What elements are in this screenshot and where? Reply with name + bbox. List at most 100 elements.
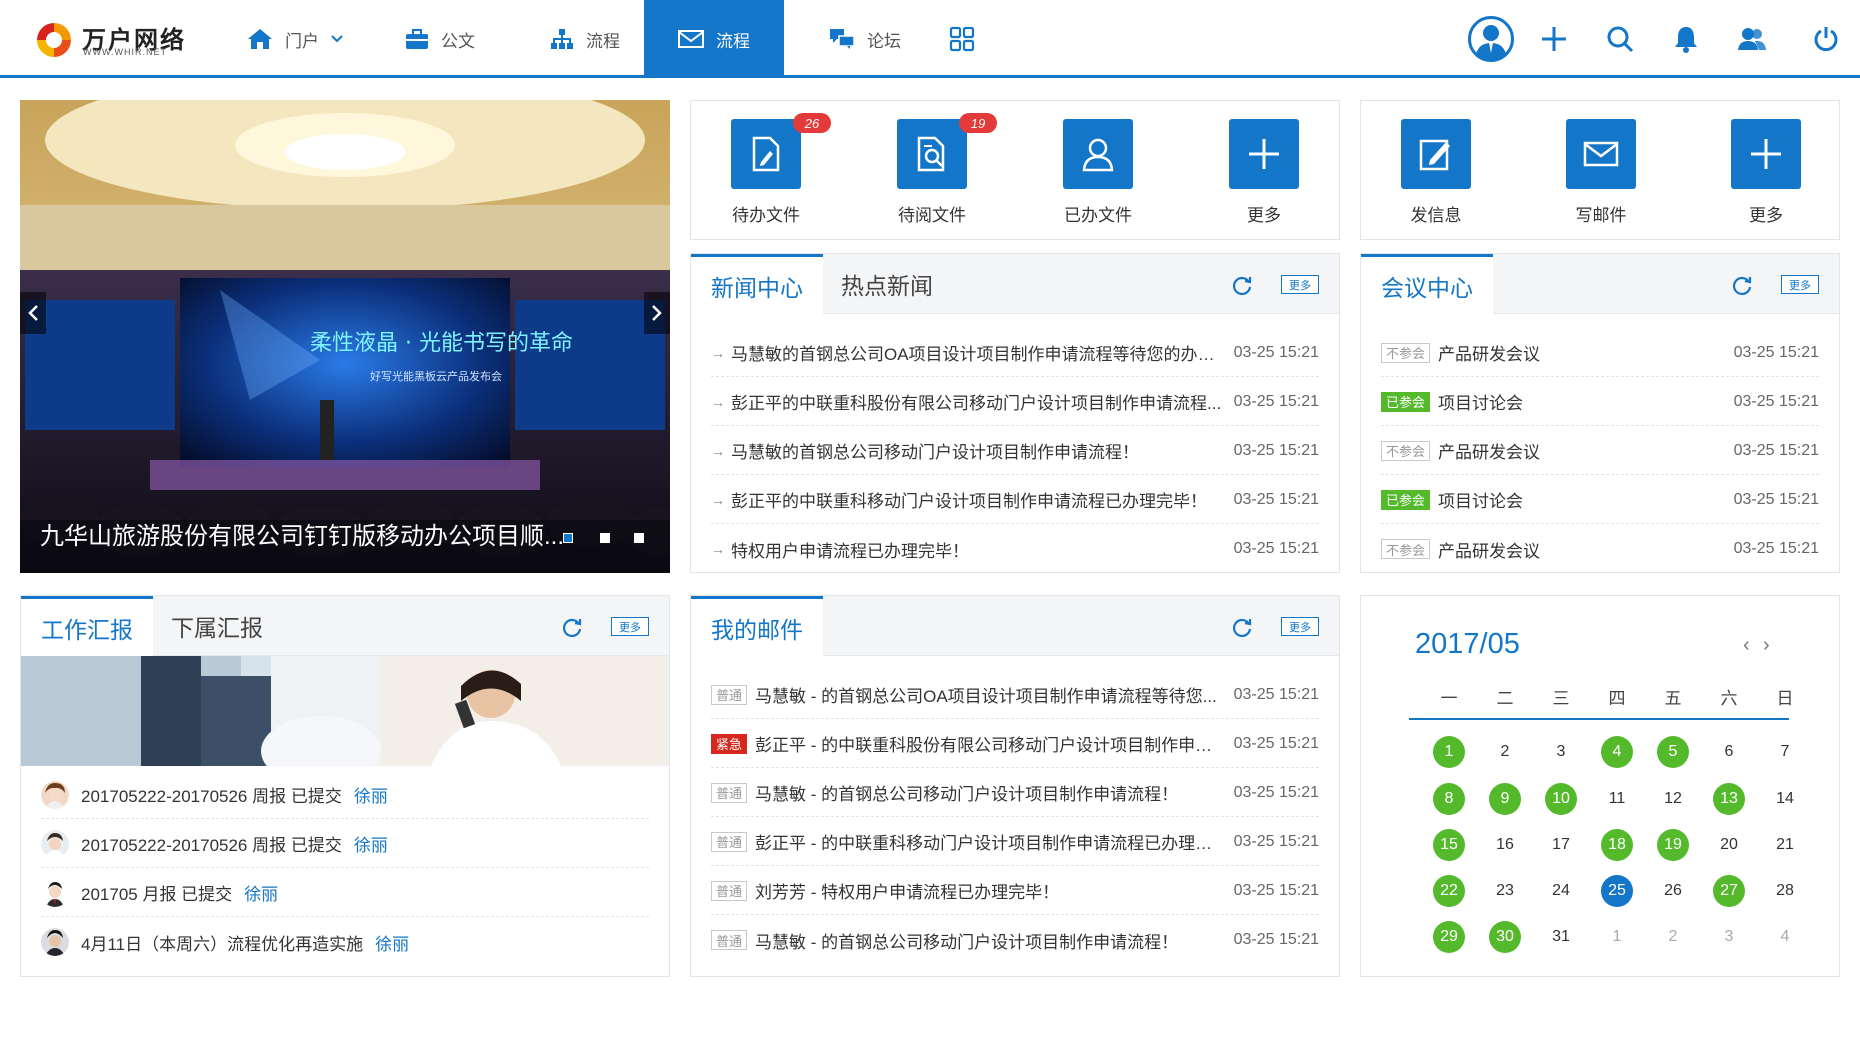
- contacts-button[interactable]: [1732, 19, 1772, 59]
- calendar-day[interactable]: 3: [1545, 736, 1577, 768]
- calendar-day[interactable]: 22: [1433, 875, 1465, 907]
- work-more-button[interactable]: 更多: [611, 617, 649, 636]
- mail-more-button[interactable]: 更多: [1281, 617, 1319, 636]
- calendar-day[interactable]: 15: [1433, 829, 1465, 861]
- list-item[interactable]: 紧急 彭正平 - 的中联重科股份有限公司移动门户设计项目制作申请... 03-25 …: [711, 720, 1319, 768]
- calendar-day[interactable]: 2: [1657, 921, 1689, 953]
- carousel-caption[interactable]: 九华山旅游股份有限公司钉钉版移动办公项目顺...: [40, 516, 564, 551]
- nav-item-workflow-active[interactable]: 流程: [644, 0, 784, 78]
- news-more-button[interactable]: 更多: [1281, 275, 1319, 294]
- calendar-day[interactable]: 3: [1713, 921, 1745, 953]
- list-item[interactable]: 已参会 项目讨论会 03-25 15:21: [1381, 476, 1819, 524]
- list-item[interactable]: 201705222-20170526 周报 已提交 徐丽: [41, 771, 649, 819]
- refresh-icon[interactable]: [1231, 274, 1253, 296]
- calendar-day[interactable]: 23: [1489, 875, 1521, 907]
- calendar-day[interactable]: 14: [1769, 783, 1801, 815]
- refresh-icon[interactable]: [1731, 274, 1753, 296]
- meeting-more-button[interactable]: 更多: [1781, 275, 1819, 294]
- carousel-dot-3[interactable]: [634, 533, 644, 543]
- search-button[interactable]: [1600, 19, 1640, 59]
- tab-subordinate-report[interactable]: 下属汇报: [151, 596, 283, 656]
- list-item[interactable]: 普通 马慧敏 - 的首钢总公司移动门户设计项目制作申请流程！ 03-25 15:21: [711, 769, 1319, 817]
- add-button[interactable]: [1534, 19, 1574, 59]
- user-avatar-button[interactable]: [1466, 14, 1516, 64]
- list-item[interactable]: 4月11日（本周六）流程优化再造实施 徐丽: [41, 918, 649, 966]
- calendar-day[interactable]: 7: [1769, 736, 1801, 768]
- list-item[interactable]: 普通 彭正平 - 的中联重科移动门户设计项目制作申请流程已办理完... 03-25 …: [711, 818, 1319, 866]
- calendar-next-button[interactable]: ›: [1763, 635, 1777, 655]
- calendar-day[interactable]: 5: [1657, 736, 1689, 768]
- list-item[interactable]: → 马慧敏的首钢总公司OA项目设计项目制作申请流程等待您的办理！ 03-25 15:…: [711, 329, 1319, 377]
- list-item[interactable]: 不参会 产品研发会议 03-25 15:21: [1381, 329, 1819, 377]
- calendar-day[interactable]: 29: [1433, 921, 1465, 953]
- tile-write-mail[interactable]: 写邮件: [1551, 119, 1651, 226]
- calendar-day[interactable]: 2: [1489, 736, 1521, 768]
- tile-done-files[interactable]: 已办文件: [1048, 119, 1148, 226]
- list-item[interactable]: 201705222-20170526 周报 已提交 徐丽: [41, 820, 649, 868]
- calendar-day[interactable]: 9: [1489, 783, 1521, 815]
- carousel-dot-2[interactable]: [600, 533, 610, 543]
- list-item[interactable]: 普通 刘芳芳 - 特权用户申请流程已办理完毕！ 03-25 15:21: [711, 867, 1319, 915]
- calendar-day[interactable]: 19: [1657, 829, 1689, 861]
- calendar-day[interactable]: 1: [1601, 921, 1633, 953]
- calendar-day[interactable]: 26: [1657, 875, 1689, 907]
- calendar-day[interactable]: 4: [1601, 736, 1633, 768]
- calendar-day[interactable]: 27: [1713, 875, 1745, 907]
- calendar-day[interactable]: 17: [1545, 829, 1577, 861]
- calendar-day-today[interactable]: 25: [1601, 875, 1633, 907]
- calendar-day[interactable]: 16: [1489, 829, 1521, 861]
- nav-item-documents[interactable]: 公文: [380, 0, 500, 78]
- list-item[interactable]: → 彭正平的中联重科股份有限公司移动门户设计项目制作申请流程... 03-25 15…: [711, 378, 1319, 426]
- tab-meeting-center[interactable]: 会议中心: [1361, 254, 1493, 315]
- calendar-day[interactable]: 11: [1601, 783, 1633, 815]
- nav-item-forum[interactable]: 论坛: [805, 0, 925, 78]
- carousel-prev-button[interactable]: [20, 292, 46, 334]
- carousel-dot-1[interactable]: [563, 533, 573, 543]
- nav-item-portal[interactable]: 门户: [230, 0, 360, 78]
- brand-logo[interactable]: 万户网络 WWW.WHIR.NET: [34, 18, 194, 62]
- tile-pending-files[interactable]: 26 待办文件: [716, 113, 831, 226]
- tile-send-message[interactable]: 发信息: [1386, 119, 1486, 226]
- calendar-day[interactable]: 12: [1657, 783, 1689, 815]
- calendar-day[interactable]: 28: [1769, 875, 1801, 907]
- nav-item-workflow[interactable]: 流程: [520, 0, 650, 78]
- list-item[interactable]: → 马慧敏的首钢总公司移动门户设计项目制作申请流程！ 03-25 15:21: [711, 427, 1319, 475]
- calendar-day[interactable]: 18: [1601, 829, 1633, 861]
- nav-item-apps[interactable]: [935, 0, 989, 78]
- carousel-next-button[interactable]: [644, 292, 670, 334]
- list-item[interactable]: 201705 月报 已提交 徐丽: [41, 869, 649, 917]
- calendar-day[interactable]: 4: [1769, 921, 1801, 953]
- calendar-day[interactable]: 10: [1545, 783, 1577, 815]
- report-user-link[interactable]: 徐丽: [244, 880, 278, 905]
- calendar-day[interactable]: 31: [1545, 921, 1577, 953]
- calendar-day[interactable]: 13: [1713, 783, 1745, 815]
- list-item[interactable]: → 特权用户申请流程已办理完毕！ 03-25 15:21: [711, 525, 1319, 573]
- news-carousel[interactable]: 柔性液晶 · 光能书写的革命 好写光能黑板云产品发布会 九华山旅游股份有限公司钉…: [20, 100, 670, 573]
- tile-more-messages[interactable]: 更多: [1716, 119, 1816, 226]
- tile-to-read-files[interactable]: 19 待阅文件: [882, 113, 997, 226]
- calendar-prev-button[interactable]: ‹: [1743, 635, 1757, 655]
- list-item[interactable]: 普通 马慧敏 - 的首钢总公司移动门户设计项目制作申请流程！ 03-25 15:21: [711, 916, 1319, 964]
- report-user-link[interactable]: 徐丽: [354, 782, 388, 807]
- calendar-day[interactable]: 30: [1489, 921, 1521, 953]
- tab-news-center[interactable]: 新闻中心: [691, 254, 823, 315]
- tab-my-mail[interactable]: 我的邮件: [691, 596, 823, 657]
- list-item[interactable]: 普通 马慧敏 - 的首钢总公司OA项目设计项目制作申请流程等待您... 03-25 …: [711, 671, 1319, 719]
- refresh-icon[interactable]: [1231, 616, 1253, 638]
- power-button[interactable]: [1806, 19, 1846, 59]
- list-item[interactable]: → 彭正平的中联重科移动门户设计项目制作申请流程已办理完毕！ 03-25 15:21: [711, 476, 1319, 524]
- refresh-icon[interactable]: [561, 616, 583, 638]
- notifications-button[interactable]: [1666, 19, 1706, 59]
- tab-hot-news[interactable]: 热点新闻: [821, 254, 953, 314]
- list-item[interactable]: 已参会 项目讨论会 03-25 15:21: [1381, 378, 1819, 426]
- list-item[interactable]: 不参会 产品研发会议 03-25 15:21: [1381, 525, 1819, 573]
- report-user-link[interactable]: 徐丽: [354, 831, 388, 856]
- calendar-day[interactable]: 24: [1545, 875, 1577, 907]
- tile-more-files[interactable]: 更多: [1214, 119, 1314, 226]
- calendar-day[interactable]: 8: [1433, 783, 1465, 815]
- calendar-day[interactable]: 21: [1769, 829, 1801, 861]
- calendar-day[interactable]: 6: [1713, 736, 1745, 768]
- tab-work-report[interactable]: 工作汇报: [21, 596, 153, 657]
- calendar-day[interactable]: 20: [1713, 829, 1745, 861]
- list-item[interactable]: 不参会 产品研发会议 03-25 15:21: [1381, 427, 1819, 475]
